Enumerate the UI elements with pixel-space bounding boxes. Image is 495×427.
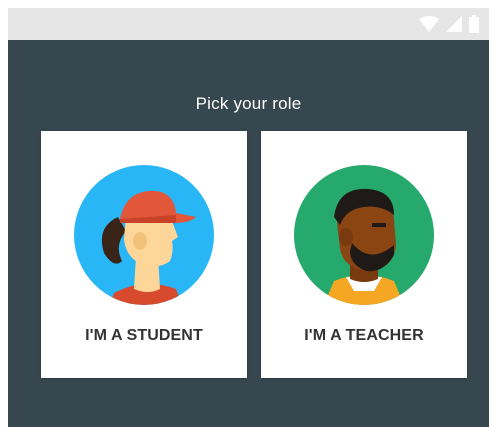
student-role-card[interactable]: I'M A STUDENT <box>41 131 247 378</box>
teacher-role-card[interactable]: I'M A TEACHER <box>261 131 467 378</box>
status-bar <box>8 8 489 40</box>
student-avatar-icon <box>74 165 214 305</box>
battery-icon <box>469 15 479 33</box>
wifi-icon <box>419 16 439 32</box>
student-role-label: I'M A STUDENT <box>85 327 203 344</box>
cell-signal-icon <box>446 16 462 32</box>
teacher-role-label: I'M A TEACHER <box>304 327 424 344</box>
page-title: Pick your role <box>195 94 302 113</box>
app-screen: Pick your role I'M A STUDENT I'M A TEACH… <box>8 8 489 427</box>
status-icons <box>419 14 479 34</box>
teacher-avatar-icon <box>294 165 434 305</box>
